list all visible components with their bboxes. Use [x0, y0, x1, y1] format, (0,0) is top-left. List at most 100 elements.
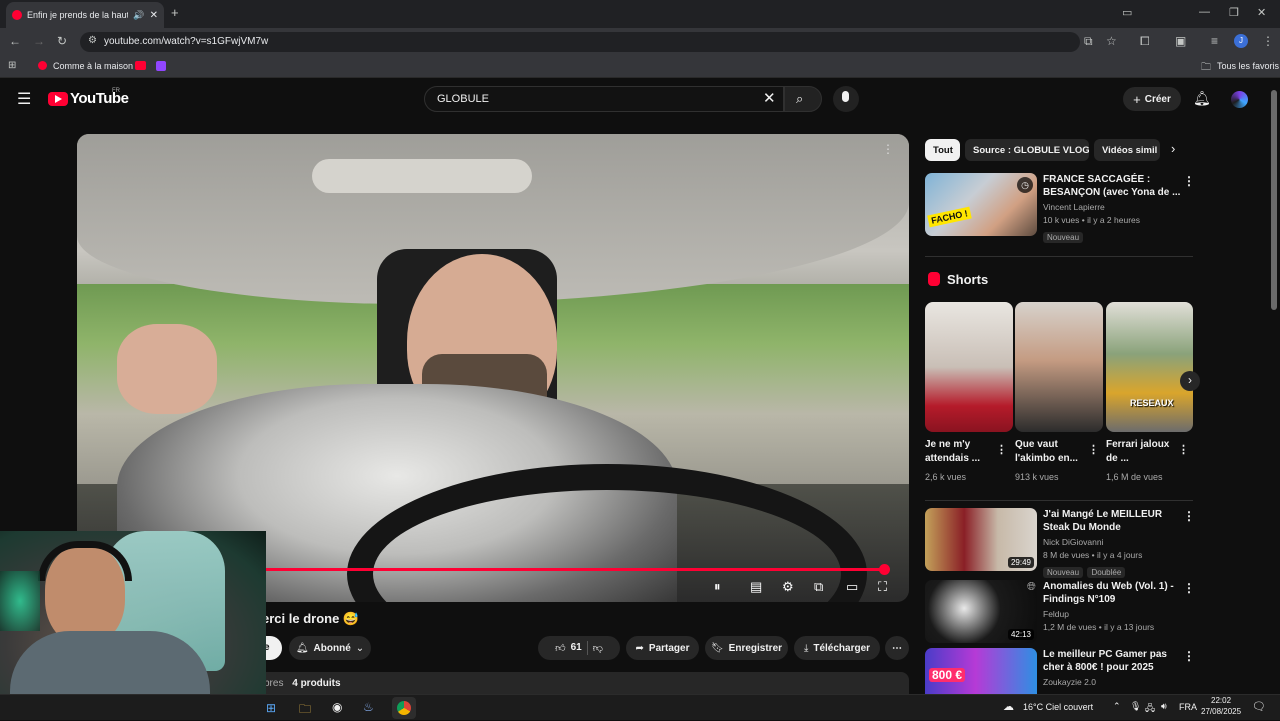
- theater-mode-icon[interactable]: ▭: [846, 579, 858, 595]
- extensions-icon[interactable]: ⧠: [1140, 34, 1150, 49]
- short-title[interactable]: Je ne m'y attendais ...: [925, 438, 997, 466]
- microphone-tray-icon[interactable]: 🎙︎: [1130, 701, 1141, 712]
- short-thumbnail[interactable]: [1015, 302, 1103, 432]
- tray-chevron-icon[interactable]: ⌃: [1113, 701, 1121, 712]
- subscribed-label: Abonné: [313, 642, 351, 654]
- close-window-icon[interactable]: ✕: [1257, 6, 1266, 19]
- video-menu-icon[interactable]: ⋮: [1183, 649, 1195, 663]
- watch-later-icon[interactable]: ◷: [1017, 177, 1033, 193]
- globe-icon: 🌐︎: [1027, 581, 1036, 593]
- file-explorer-icon[interactable]: 🗀: [299, 700, 311, 721]
- more-actions-button[interactable]: ⋯: [885, 636, 909, 660]
- bookmark-star-icon[interactable]: ☆: [1106, 34, 1117, 48]
- account-avatar[interactable]: [1231, 91, 1248, 108]
- chrome-taskbar-button[interactable]: [392, 697, 416, 719]
- app-icon[interactable]: ◉: [332, 700, 342, 714]
- products-label[interactable]: 4 produits: [292, 678, 340, 689]
- new-tab-button[interactable]: +: [171, 5, 179, 20]
- hamburger-menu-icon[interactable]: ☰: [17, 89, 31, 109]
- short-thumbnail[interactable]: [925, 302, 1013, 432]
- autoplay-toggle-icon[interactable]: ⏸︎: [714, 579, 721, 595]
- short-menu-icon[interactable]: ⋮: [1178, 443, 1189, 456]
- video-more-icon[interactable]: ⋮: [882, 142, 894, 156]
- audio-icon[interactable]: 🔊: [133, 10, 144, 21]
- shorts-next-icon[interactable]: ›: [1180, 371, 1200, 391]
- video-menu-icon[interactable]: ⋮: [1183, 581, 1195, 595]
- start-button-icon[interactable]: ⊞: [266, 701, 276, 715]
- all-bookmarks-link[interactable]: Tous les favoris: [1217, 61, 1279, 71]
- short-thumbnail[interactable]: RESEAUX: [1106, 302, 1193, 432]
- weather-icon[interactable]: ☁: [1003, 700, 1014, 713]
- language-indicator[interactable]: FRA: [1179, 702, 1197, 712]
- video-info[interactable]: J'ai Mangé Le MEILLEUR Steak Du Monde Ni…: [1043, 508, 1183, 580]
- browser-tab[interactable]: Enfin je prends de la haute 🔊 ✕: [6, 2, 164, 28]
- video-info[interactable]: Anomalies du Web (Vol. 1) - Findings N°1…: [1043, 580, 1183, 634]
- close-tab-icon[interactable]: ✕: [150, 10, 158, 21]
- back-icon[interactable]: ←: [9, 34, 21, 48]
- video-menu-icon[interactable]: ⋮: [1183, 509, 1195, 523]
- tab-search-icon[interactable]: ▭: [1122, 6, 1132, 19]
- dislike-button[interactable]: 👎︎: [593, 642, 603, 654]
- browser-menu-icon[interactable]: ⋮: [1262, 34, 1274, 48]
- notifications-bell-icon[interactable]: 🔔︎: [1193, 90, 1211, 107]
- minimize-icon[interactable]: —: [1199, 6, 1210, 18]
- install-app-icon[interactable]: ⧉: [1084, 34, 1093, 49]
- members-products-bar[interactable]: bres 4 produits: [252, 672, 909, 694]
- short-menu-icon[interactable]: ⋮: [1088, 443, 1099, 456]
- address-bar[interactable]: ⚙ youtube.com/watch?v=s1GFwjVM7w: [80, 32, 1080, 52]
- chip-source[interactable]: Source : GLOBULE VLOGS: [965, 139, 1089, 161]
- fullscreen-icon[interactable]: ⛶: [878, 579, 887, 595]
- miniplayer-icon[interactable]: ⧉: [814, 579, 823, 595]
- twitch-bookmark-icon[interactable]: [156, 61, 166, 71]
- save-button[interactable]: 🔖︎ Enregistrer: [705, 636, 788, 660]
- video-info[interactable]: Le meilleur PC Gamer pas cher à 800€ ! p…: [1043, 648, 1183, 689]
- network-icon[interactable]: 🖧: [1145, 701, 1155, 717]
- forward-icon[interactable]: →: [33, 34, 45, 48]
- new-badge: Nouveau: [1043, 232, 1084, 243]
- members-label: bres: [264, 678, 284, 689]
- site-info-icon[interactable]: ⚙: [88, 35, 97, 46]
- short-menu-icon[interactable]: ⋮: [996, 443, 1007, 456]
- cast-icon[interactable]: ▣: [1175, 34, 1186, 48]
- chip-all[interactable]: Tout: [925, 139, 960, 161]
- short-overlay-text: RESEAUX: [1130, 398, 1174, 408]
- short-title[interactable]: Ferrari jaloux de ...: [1106, 438, 1178, 466]
- voice-search-button[interactable]: [833, 86, 859, 112]
- video-info[interactable]: FRANCE SACCAGÉE : BESANÇON (avec Yona de…: [1043, 173, 1183, 245]
- apps-grid-icon[interactable]: ⊞: [8, 60, 16, 71]
- clock-date[interactable]: 27/08/2025: [1201, 707, 1241, 716]
- short-title[interactable]: Que vaut l'akimbo en...: [1015, 438, 1087, 466]
- search-button[interactable]: ⌕: [784, 86, 822, 112]
- profile-avatar[interactable]: J: [1234, 34, 1248, 48]
- steam-icon[interactable]: ♨: [363, 700, 374, 714]
- restore-icon[interactable]: ❐: [1229, 6, 1239, 19]
- clock-time[interactable]: 22:02: [1211, 696, 1231, 705]
- plus-icon: +: [1133, 91, 1141, 107]
- video-menu-icon[interactable]: ⋮: [1183, 174, 1195, 188]
- create-button[interactable]: + Créer: [1123, 87, 1181, 111]
- like-button[interactable]: 👍︎ 61: [555, 642, 582, 654]
- weather-text[interactable]: 16°C Ciel couvert: [1023, 702, 1093, 712]
- subscribed-button[interactable]: 🔔︎ Abonné ⌄: [289, 636, 371, 660]
- video-thumbnail[interactable]: 29:49: [925, 508, 1037, 571]
- download-button[interactable]: ⤓ Télécharger: [794, 636, 880, 660]
- youtube-bookmark-icon[interactable]: [135, 61, 146, 70]
- page-scrollbar[interactable]: [1271, 90, 1277, 310]
- volume-icon[interactable]: 🔊︎: [1161, 701, 1167, 712]
- video-thumbnail[interactable]: 800 €: [925, 648, 1037, 694]
- bookmark-comme-a-la-maison[interactable]: Comme à la maison: [53, 61, 133, 71]
- notification-center-icon[interactable]: 🗨︎: [1252, 700, 1266, 713]
- video-thumbnail[interactable]: FACHO ! ◷: [925, 173, 1037, 236]
- chip-similar[interactable]: Vidéos simil: [1094, 139, 1160, 161]
- progress-scrubber[interactable]: [879, 564, 891, 575]
- share-button[interactable]: ➦ Partager: [626, 636, 699, 660]
- search-input[interactable]: GLOBULE: [424, 86, 784, 112]
- settings-gear-icon[interactable]: ⚙: [782, 579, 794, 595]
- subtitles-icon[interactable]: ▤: [750, 579, 762, 595]
- reload-icon[interactable]: ↻: [57, 34, 67, 48]
- media-control-icon[interactable]: ≡: [1211, 34, 1218, 48]
- youtube-logo-icon[interactable]: [48, 92, 68, 106]
- clear-search-icon[interactable]: ✕: [763, 89, 776, 107]
- video-thumbnail[interactable]: 42:13: [925, 580, 1037, 643]
- chevron-right-icon[interactable]: ›: [1171, 141, 1175, 156]
